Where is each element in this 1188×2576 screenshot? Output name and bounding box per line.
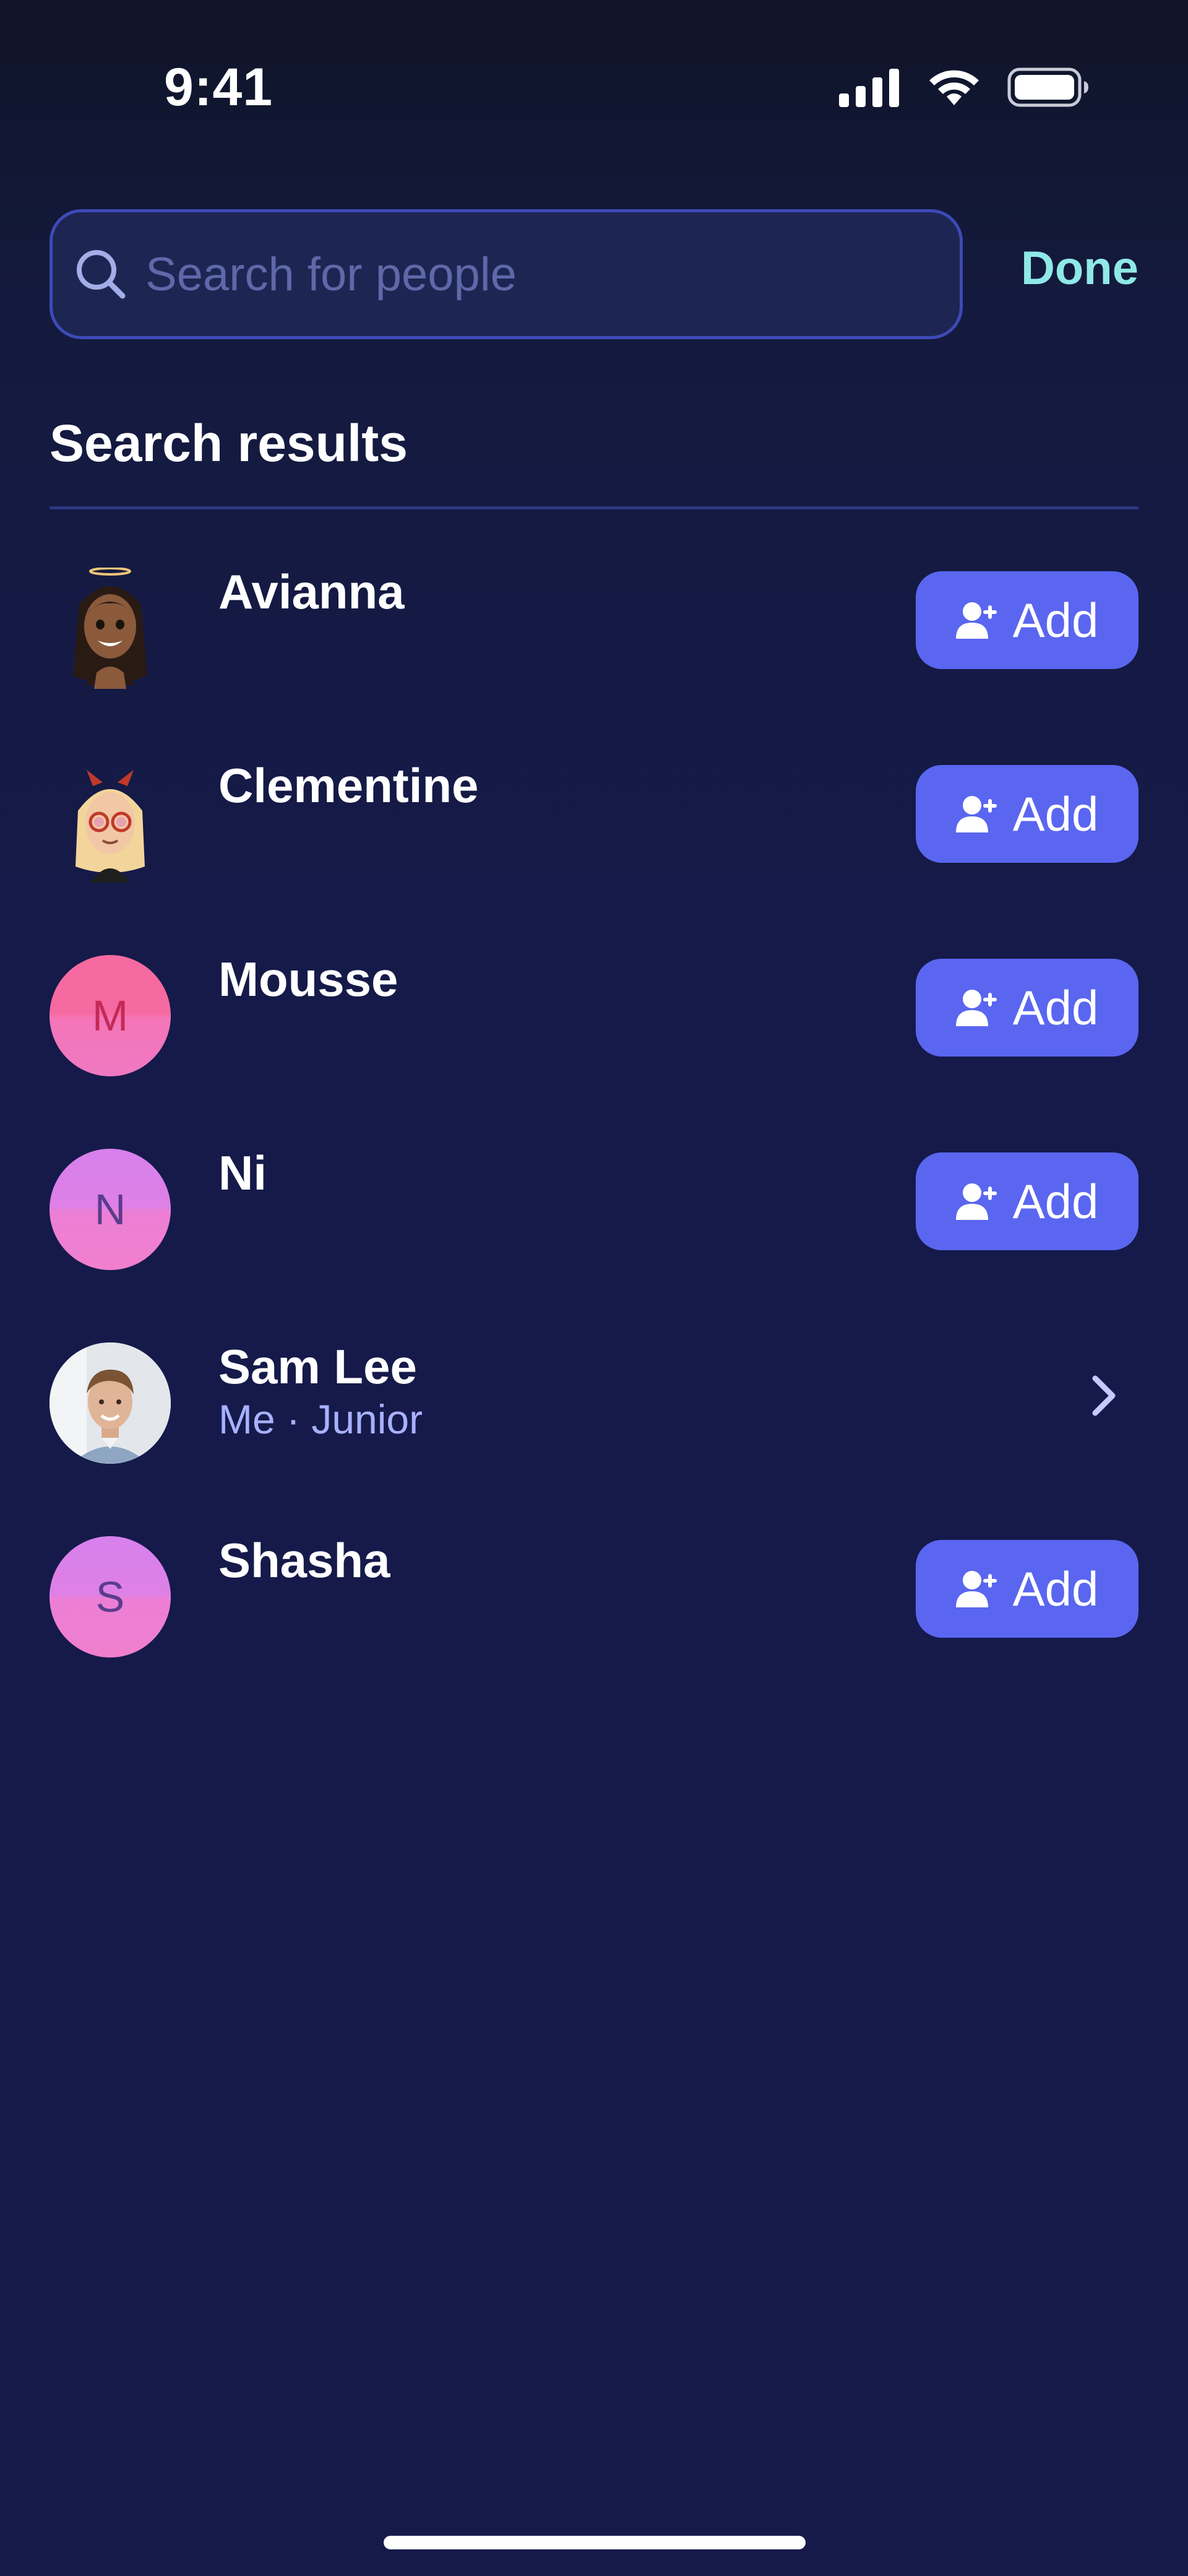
- search-icon: [70, 243, 132, 305]
- person-subtitle: Me · Junior: [218, 1396, 423, 1442]
- wifi-icon: [929, 70, 979, 105]
- avatar: N: [50, 1149, 171, 1270]
- list-item[interactable]: M Mousse Add: [50, 935, 1138, 1129]
- list-item[interactable]: Clementine Add: [50, 741, 1138, 935]
- search-box[interactable]: [50, 209, 963, 339]
- add-person-icon: [955, 796, 997, 832]
- divider: [50, 506, 1138, 509]
- avatar: [50, 761, 171, 883]
- add-friend-button[interactable]: Add: [916, 1540, 1138, 1638]
- chevron-right-icon[interactable]: [1078, 1371, 1127, 1420]
- add-person-icon: [955, 990, 997, 1026]
- add-button-label: Add: [1012, 980, 1099, 1035]
- list-item[interactable]: Avianna Add: [50, 548, 1138, 741]
- status-time: 9:41: [164, 58, 273, 117]
- add-friend-button[interactable]: Add: [916, 571, 1138, 669]
- battery-icon: [1007, 67, 1088, 107]
- avatar: S: [50, 1536, 171, 1658]
- cellular-signal-icon: [839, 69, 899, 107]
- add-button-label: Add: [1012, 786, 1099, 841]
- section-title: Search results: [50, 414, 408, 472]
- list-item[interactable]: N Ni Add: [50, 1129, 1138, 1323]
- search-results-list: Avianna Add Clementine Add M Mousse Add …: [50, 548, 1138, 1710]
- add-friend-button[interactable]: Add: [916, 1152, 1138, 1250]
- add-button-label: Add: [1012, 1173, 1099, 1229]
- avatar: [50, 568, 171, 689]
- add-button-label: Add: [1012, 592, 1099, 647]
- done-button[interactable]: Done: [1021, 241, 1138, 295]
- add-friend-button[interactable]: Add: [916, 765, 1138, 863]
- person-name: Mousse: [218, 952, 398, 1006]
- person-name: Sam Lee: [218, 1339, 417, 1394]
- add-person-icon: [955, 602, 997, 639]
- person-name: Ni: [218, 1146, 267, 1200]
- list-item[interactable]: S Shasha Add: [50, 1516, 1138, 1710]
- add-button-label: Add: [1012, 1561, 1099, 1616]
- add-person-icon: [955, 1571, 997, 1607]
- add-person-icon: [955, 1183, 997, 1220]
- status-icons: [839, 67, 1089, 108]
- person-name: Avianna: [218, 564, 405, 619]
- search-input[interactable]: [145, 247, 960, 301]
- home-indicator[interactable]: [384, 2536, 806, 2549]
- avatar: M: [50, 955, 171, 1076]
- person-name: Shasha: [218, 1533, 390, 1588]
- person-name: Clementine: [218, 758, 479, 813]
- add-friend-button[interactable]: Add: [916, 959, 1138, 1057]
- avatar: [50, 1342, 171, 1464]
- status-bar: 9:41: [0, 0, 1188, 173]
- list-item[interactable]: Sam Lee Me · Junior: [50, 1323, 1138, 1516]
